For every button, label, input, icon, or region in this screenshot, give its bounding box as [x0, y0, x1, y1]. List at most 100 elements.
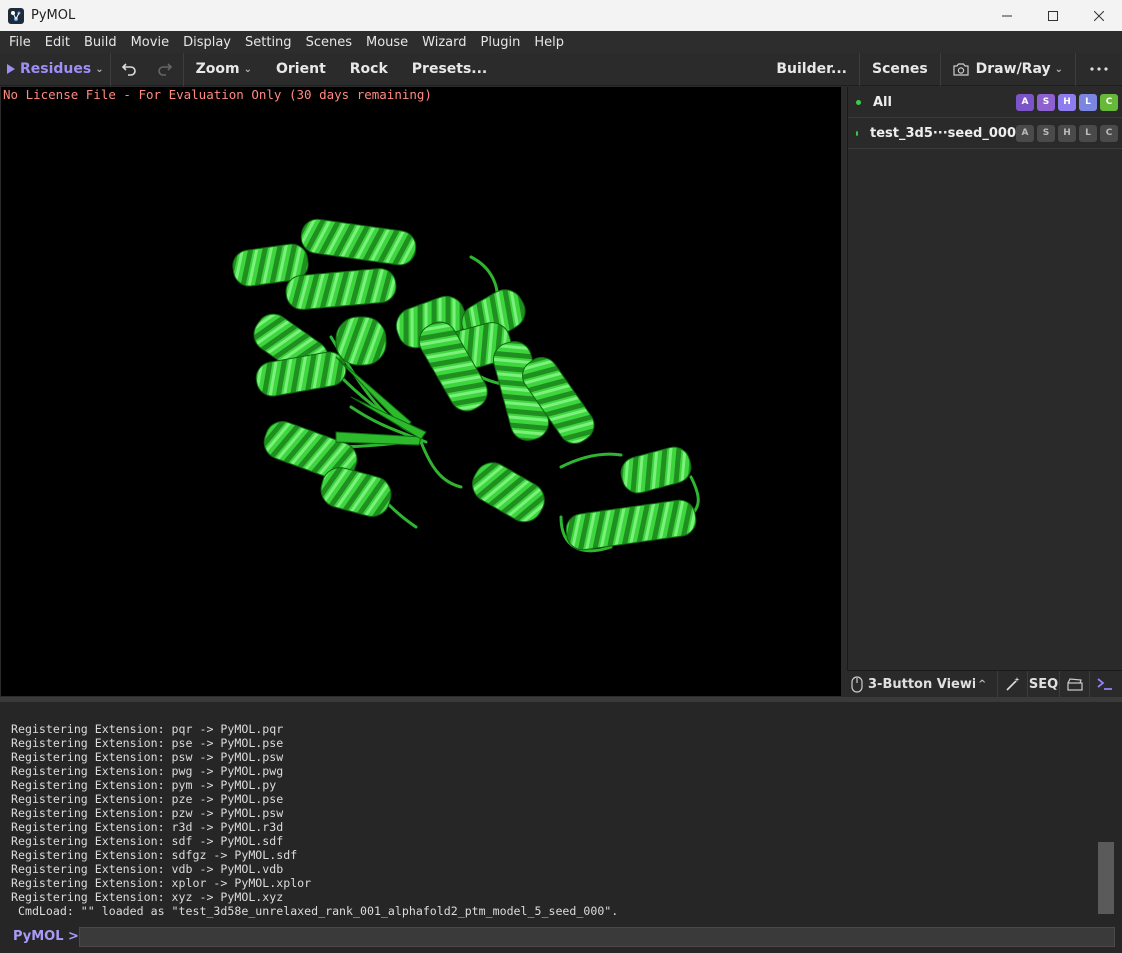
magic-wand-icon [1005, 677, 1020, 691]
show-button-s[interactable]: S [1037, 93, 1055, 111]
rock-button[interactable]: Rock [338, 53, 400, 86]
menu-wizard[interactable]: Wizard [415, 35, 473, 50]
close-button[interactable] [1076, 0, 1122, 31]
enabled-indicator[interactable] [856, 99, 861, 105]
builder-label: Builder... [776, 61, 847, 77]
command-bar: PyMOL > [0, 920, 1122, 953]
builder-button[interactable]: Builder... [764, 53, 859, 86]
scenes-button[interactable]: Scenes [860, 53, 940, 86]
seq-label: SEQ [1028, 676, 1059, 692]
window-title: PyMOL [31, 8, 76, 23]
presets-button[interactable]: Presets... [400, 53, 499, 86]
protein-cartoon [232, 218, 700, 553]
action-button-a[interactable]: A [1016, 93, 1034, 111]
console-line: Registering Extension: pse -> PyMOL.pse [11, 736, 284, 750]
object-name[interactable]: test_3d5···seed_000 [870, 126, 1016, 141]
more-icon [1090, 67, 1108, 71]
mouse-icon [851, 675, 863, 693]
chevron-up-icon: ^ [978, 678, 987, 690]
label-button-l[interactable]: L [1079, 124, 1097, 142]
command-prompt: PyMOL > [13, 929, 79, 944]
menu-setting[interactable]: Setting [238, 35, 299, 50]
menu-mouse[interactable]: Mouse [359, 35, 415, 50]
redo-icon [157, 63, 172, 76]
console-toggle-button[interactable] [1090, 671, 1120, 698]
menu-movie[interactable]: Movie [124, 35, 176, 50]
command-input[interactable] [79, 926, 1115, 947]
console-line: Registering Extension: xplor -> PyMOL.xp… [11, 876, 312, 890]
label-button-l[interactable]: L [1079, 93, 1097, 111]
action-buttons: A S H L C [1016, 124, 1118, 142]
draw-ray-dropdown[interactable]: Draw/Ray ⌄ [941, 53, 1075, 86]
console-line: Registering Extension: pze -> PyMOL.pse [11, 792, 284, 806]
title-bar: PyMOL [0, 0, 1122, 31]
chevron-down-icon: ⌄ [1054, 63, 1063, 75]
zoom-label: Zoom [195, 61, 240, 77]
maximize-icon [1048, 10, 1058, 21]
minimize-icon [1002, 15, 1012, 16]
zoom-dropdown[interactable]: Zoom ⌄ [184, 53, 264, 86]
movie-button[interactable] [1060, 670, 1090, 698]
object-row-all[interactable]: All A S H L C [848, 87, 1122, 118]
magic-wand-button[interactable] [998, 670, 1028, 698]
more-options-button[interactable] [1076, 53, 1122, 86]
console-line: CmdLoad: "" loaded as "test_3d58e_unrela… [11, 904, 619, 918]
presets-label: Presets... [411, 61, 488, 77]
menu-help[interactable]: Help [527, 35, 571, 50]
console-output: Registering Extension: pqr -> PyMOL.pqr R… [0, 702, 1122, 920]
console-log: Registering Extension: pqr -> PyMOL.pqr R… [11, 708, 618, 920]
selection-mode-dropdown[interactable]: Residues ⌄ [0, 53, 110, 86]
undo-button[interactable] [111, 53, 147, 86]
object-panel: All A S H L C test_3d5···seed_000 A S H … [847, 87, 1122, 670]
chevron-down-icon: ⌄ [243, 63, 252, 75]
mouse-mode-bar: 3-Button Viewing ^ SEQ [847, 670, 1122, 698]
scenes-label: Scenes [871, 61, 928, 77]
console-line: Registering Extension: r3d -> PyMOL.r3d [11, 820, 284, 834]
menu-plugin[interactable]: Plugin [474, 35, 528, 50]
menu-edit[interactable]: Edit [38, 35, 77, 50]
camera-icon [953, 62, 969, 76]
console-line: Registering Extension: sdfgz -> PyMOL.sd… [11, 848, 298, 862]
hide-button-h[interactable]: H [1058, 93, 1076, 111]
orient-button[interactable]: Orient [264, 53, 338, 86]
chevron-down-icon: ⌄ [95, 63, 104, 75]
orient-label: Orient [276, 61, 326, 77]
console-scrollbar[interactable] [1098, 842, 1114, 914]
menu-build[interactable]: Build [77, 35, 124, 50]
color-button-c[interactable]: C [1100, 93, 1118, 111]
mouse-mode-dropdown[interactable]: 3-Button Viewing ^ [847, 670, 998, 698]
console-line: Registering Extension: pym -> PyMOL.py [11, 778, 277, 792]
menu-bar: File Edit Build Movie Display Setting Sc… [0, 31, 1122, 53]
show-button-s[interactable]: S [1037, 124, 1055, 142]
pymol-logo-icon [8, 7, 24, 24]
molecular-viewport[interactable]: No License File - For Evaluation Only (3… [1, 87, 841, 696]
close-icon [1094, 10, 1104, 21]
minimize-button[interactable] [984, 0, 1030, 31]
redo-button[interactable] [147, 53, 183, 86]
console-line: Registering Extension: pzw -> PyMOL.psw [11, 806, 284, 820]
mouse-mode-label: 3-Button Viewing [868, 676, 975, 692]
object-name[interactable]: All [873, 95, 1016, 110]
draw-ray-label: Draw/Ray [975, 61, 1051, 77]
clapperboard-icon [1066, 677, 1083, 691]
color-button-c[interactable]: C [1100, 124, 1118, 142]
console-line: Registering Extension: psw -> PyMOL.psw [11, 750, 284, 764]
hide-button-h[interactable]: H [1058, 124, 1076, 142]
menu-file[interactable]: File [2, 35, 38, 50]
cursor-arrow-icon [7, 64, 15, 74]
console-line: Registering Extension: pwg -> PyMOL.pwg [11, 764, 284, 778]
menu-scenes[interactable]: Scenes [299, 35, 359, 50]
selection-mode-label: Residues [20, 61, 92, 77]
enabled-indicator[interactable] [856, 130, 858, 136]
menu-display[interactable]: Display [176, 35, 238, 50]
action-button-a[interactable]: A [1016, 124, 1034, 142]
rock-label: Rock [349, 61, 388, 77]
terminal-icon [1097, 678, 1112, 690]
object-row-model[interactable]: test_3d5···seed_000 A S H L C [848, 118, 1122, 149]
maximize-button[interactable] [1030, 0, 1076, 31]
console-line: Registering Extension: vdb -> PyMOL.vdb [11, 862, 284, 876]
toolbar: Residues ⌄ Zoom ⌄ Orient Rock Presets...… [0, 52, 1122, 86]
sequence-toggle-button[interactable]: SEQ [1028, 670, 1060, 698]
console-line: Registering Extension: sdf -> PyMOL.sdf [11, 834, 284, 848]
console-line: Registering Extension: pqr -> PyMOL.pqr [11, 722, 284, 736]
